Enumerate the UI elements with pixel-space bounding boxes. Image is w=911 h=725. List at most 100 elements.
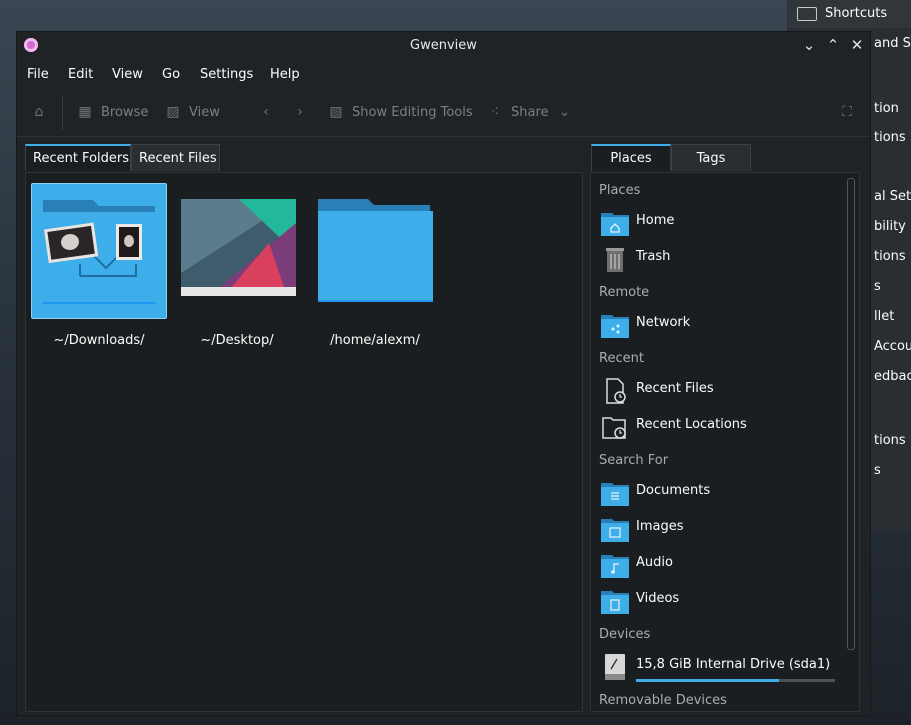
fullscreen-button[interactable]: ⛶: [839, 104, 855, 120]
title-bar: Gwenview ⌄ ⌃ ✕: [17, 32, 870, 59]
menu-settings[interactable]: Settings: [200, 67, 253, 82]
menu-edit[interactable]: Edit: [68, 67, 93, 82]
view-button[interactable]: ▨ View: [165, 104, 220, 120]
home-button[interactable]: ⌂: [31, 104, 47, 120]
browse-label: Browse: [101, 104, 149, 120]
place-documents[interactable]: Documents: [599, 475, 839, 509]
background-window-row: tions: [874, 433, 906, 448]
show-editing-tools-label: Show Editing Tools: [352, 104, 473, 120]
place-recent-locations[interactable]: Recent Locations: [599, 409, 839, 443]
show-editing-tools-button[interactable]: ▧ Show Editing Tools: [328, 104, 473, 120]
downloads-folder-icon: [43, 200, 156, 304]
place-videos[interactable]: Videos: [599, 583, 839, 617]
recent-files-icon: [606, 378, 626, 404]
place-network-label: Network: [636, 315, 691, 330]
tab-recent-folders[interactable]: Recent Folders: [25, 144, 131, 171]
background-window-titlebar: Shortcuts: [787, 0, 911, 28]
background-window-row: al Settin: [874, 189, 911, 204]
place-images[interactable]: Images: [599, 511, 839, 545]
place-trash[interactable]: Trash: [599, 241, 839, 275]
gwenview-window: Gwenview ⌄ ⌃ ✕ File Edit View Go Setting…: [16, 31, 871, 716]
places-scrollbar[interactable]: [847, 178, 855, 650]
audio-folder-icon: [601, 555, 629, 578]
place-drive-label: 15,8 GiB Internal Drive (sda1): [636, 657, 831, 672]
place-documents-label: Documents: [636, 483, 711, 498]
folder-item-home[interactable]: [307, 183, 443, 319]
background-window-row: tion: [874, 101, 899, 116]
previous-button[interactable]: ‹: [258, 104, 274, 120]
background-window-row: s: [874, 279, 881, 294]
share-label: Share: [511, 104, 549, 120]
recent-folders-view: ~/Downloads/ ~/Desktop/ /home/alexm/: [25, 172, 583, 712]
background-window-title: Shortcuts: [825, 6, 888, 21]
place-home-label: Home: [636, 213, 675, 228]
minimize-icon[interactable]: ⌄: [800, 36, 818, 54]
section-removable-devices: Removable Devices: [599, 693, 727, 708]
keyboard-icon: [797, 7, 817, 21]
images-folder-icon: [601, 519, 629, 542]
folder-label-downloads: ~/Downloads/: [53, 333, 145, 348]
image-icon: ▨: [166, 104, 180, 120]
folder-label-desktop: ~/Desktop/: [200, 333, 274, 348]
toolbar-divider: [17, 136, 870, 137]
place-internal-drive[interactable]: 15,8 GiB Internal Drive (sda1): [599, 649, 839, 683]
toolbar-separator: [62, 96, 63, 130]
section-devices: Devices: [599, 627, 651, 642]
view-label: View: [189, 104, 220, 120]
folder-item-downloads[interactable]: [31, 183, 167, 319]
place-recent-files[interactable]: Recent Files: [599, 373, 839, 407]
desktop-thumbnail: [181, 199, 296, 296]
share-icon: ⁖: [490, 104, 500, 120]
place-images-label: Images: [636, 519, 684, 534]
network-folder-icon: [601, 315, 629, 338]
chevron-down-icon: ⌄: [558, 104, 571, 120]
hard-drive-icon: [605, 654, 625, 680]
window-title: Gwenview: [410, 38, 477, 53]
place-network[interactable]: Network: [599, 307, 839, 341]
folder-label-home: /home/alexm/: [330, 333, 420, 348]
grid-icon: ▦: [78, 104, 92, 120]
tab-tags[interactable]: Tags: [671, 144, 751, 171]
place-home[interactable]: Home: [599, 205, 839, 239]
main-toolbar: ⌂ ▦ Browse ▨ View ‹ › ▧ Show Editing Too…: [17, 94, 870, 134]
background-window-row: llet: [874, 309, 895, 324]
menu-go[interactable]: Go: [162, 67, 180, 82]
background-window-row: bility: [874, 219, 906, 234]
section-places: Places: [599, 183, 641, 198]
background-window-row: s: [874, 463, 881, 478]
documents-folder-icon: [601, 483, 629, 506]
background-window-row: tions: [874, 130, 906, 145]
trash-icon: [606, 248, 624, 272]
menu-help[interactable]: Help: [270, 67, 300, 82]
background-window-row: edback: [874, 369, 911, 384]
folder-item-desktop[interactable]: [169, 183, 305, 319]
place-recent-locations-label: Recent Locations: [636, 417, 747, 432]
chevron-left-icon: ‹: [263, 104, 269, 120]
section-search-for: Search For: [599, 453, 669, 468]
section-recent: Recent: [599, 351, 644, 366]
maximize-icon[interactable]: ⌃: [824, 36, 842, 54]
home-icon: ⌂: [34, 104, 44, 120]
next-button[interactable]: ›: [292, 104, 308, 120]
tab-recent-files[interactable]: Recent Files: [131, 144, 220, 171]
places-panel: Places Home Trash Remote Network Recent …: [590, 172, 860, 712]
drive-usage-fill: [636, 679, 780, 682]
tab-places[interactable]: Places: [591, 144, 671, 171]
place-recent-files-label: Recent Files: [636, 381, 714, 396]
place-trash-label: Trash: [636, 249, 671, 264]
browse-button[interactable]: ▦ Browse: [77, 104, 148, 120]
place-audio-label: Audio: [636, 555, 673, 570]
edit-image-icon: ▧: [329, 104, 343, 120]
share-button[interactable]: ⁖ Share ⌄: [487, 104, 573, 120]
close-icon[interactable]: ✕: [848, 36, 866, 54]
place-audio[interactable]: Audio: [599, 547, 839, 581]
menu-file[interactable]: File: [27, 67, 49, 82]
menu-view[interactable]: View: [112, 67, 143, 82]
section-remote: Remote: [599, 285, 650, 300]
folder-icon: [318, 199, 433, 302]
background-window-row: Accour: [874, 339, 911, 354]
drive-usage-bar: [636, 679, 835, 682]
fullscreen-icon: ⛶: [842, 104, 852, 120]
home-folder-icon: [601, 213, 629, 236]
recent-locations-icon: [602, 417, 626, 439]
